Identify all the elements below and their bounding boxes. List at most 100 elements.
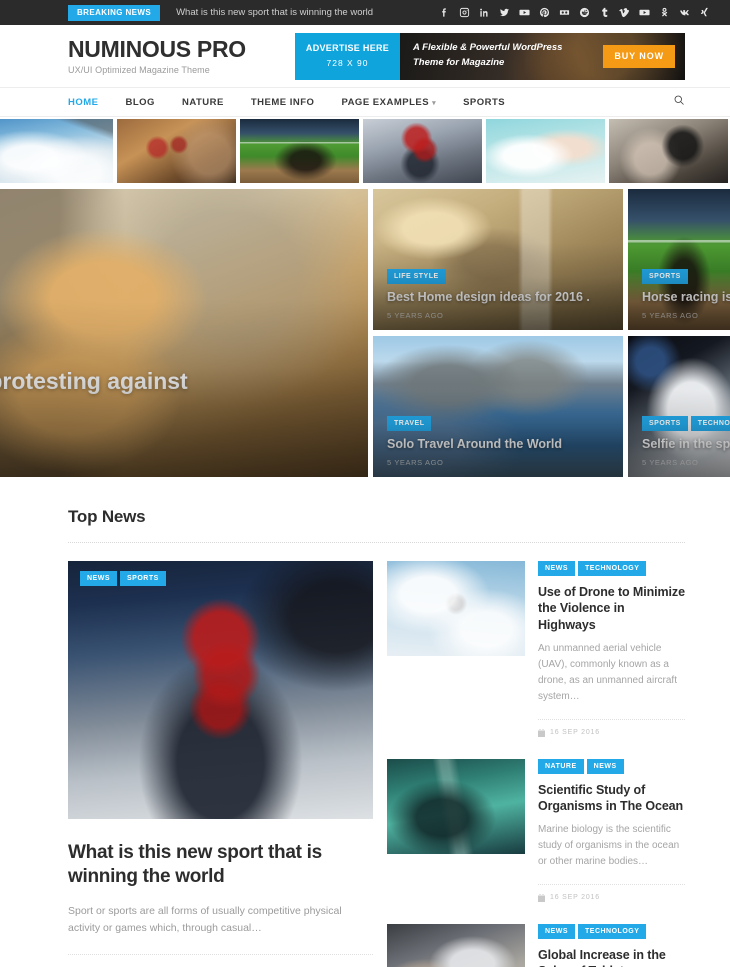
- featured-article-excerpt: Sport or sports are all forms of usually…: [68, 904, 342, 934]
- category-badge-news[interactable]: NEWS: [538, 923, 575, 939]
- hero-card-meta: SPORTS TECHNOLOG Selfie in the space 5 Y…: [642, 416, 730, 467]
- flickr-icon[interactable]: [559, 7, 570, 18]
- nav-item-home[interactable]: HOME: [68, 97, 99, 108]
- category-badges: SPORTS TECHNOLOG: [642, 416, 730, 431]
- list-item-date-text: 16 SEP 2016: [550, 894, 600, 902]
- buy-now-button[interactable]: BUY NOW: [603, 44, 675, 68]
- hero-card-column: LIFE STYLE Best Home design ideas for 20…: [373, 189, 730, 477]
- search-button[interactable]: [673, 93, 685, 111]
- featured-article[interactable]: NEWS SPORTS What is this new sport that …: [68, 561, 373, 967]
- odnoklassniki-icon[interactable]: [659, 7, 670, 18]
- hero-main-slide[interactable]: ica protesting against: [0, 189, 368, 477]
- list-item-title[interactable]: Use of Drone to Minimize the Violence in…: [538, 584, 685, 633]
- thumb-image: [363, 119, 482, 183]
- hero-card-solo-travel[interactable]: TRAVEL Solo Travel Around the World 5 YE…: [373, 336, 623, 477]
- nav-item-theme-info[interactable]: THEME INFO: [251, 97, 315, 108]
- hero-slider-grid: ica protesting against LIFE STYLE Best H…: [0, 189, 730, 477]
- breaking-news-headline[interactable]: What is this new sport that is winning t…: [176, 7, 373, 18]
- category-badges: LIFE STYLE: [387, 269, 617, 284]
- category-badge-travel[interactable]: TRAVEL: [387, 416, 432, 431]
- section-title: Top News: [68, 507, 146, 526]
- carousel-thumb-horse-racing[interactable]: [240, 119, 359, 183]
- social-links: [439, 7, 722, 18]
- top-news-section: Top News NEWS SPORTS What is this new sp…: [0, 477, 730, 967]
- category-badge-technology[interactable]: TECHNOLOGY: [578, 923, 647, 939]
- list-item-drone[interactable]: NEWS TECHNOLOGY Use of Drone to Minimize…: [387, 561, 685, 737]
- carousel-thumb-boxing[interactable]: [117, 119, 236, 183]
- category-badge-news[interactable]: NEWS: [586, 758, 624, 774]
- thumb-image: [240, 119, 359, 183]
- category-badge-sports[interactable]: SPORTS: [642, 269, 688, 284]
- site-logo[interactable]: NUMINOUS PRO UX/UI Optimized Magazine Th…: [68, 37, 246, 74]
- tumblr-icon[interactable]: [599, 7, 610, 18]
- category-badge-nature[interactable]: NATURE: [538, 758, 584, 774]
- list-item-image: [387, 561, 525, 656]
- featured-article-divider: [68, 954, 373, 956]
- nav-item-nature[interactable]: NATURE: [182, 97, 224, 108]
- nav-item-page-examples[interactable]: PAGE EXAMPLES ▾: [341, 97, 436, 108]
- advertisement-banner[interactable]: ADVERTISE HERE 728 X 90 A Flexible & Pow…: [295, 32, 685, 80]
- vk-icon[interactable]: [679, 7, 690, 18]
- thumb-image: [0, 119, 113, 183]
- carousel-thumb-bobsleigh[interactable]: [363, 119, 482, 183]
- list-item-divider: [538, 718, 685, 720]
- list-item-tablet[interactable]: NEWS TECHNOLOGY Global Increase in the S…: [387, 923, 685, 967]
- category-badge-life-style[interactable]: LIFE STYLE: [387, 269, 446, 284]
- twitter-icon[interactable]: [499, 7, 510, 18]
- list-item-title[interactable]: Global Increase in the Sales of Tablet: [538, 947, 685, 967]
- carousel-thumb-mother-baby[interactable]: [486, 119, 605, 183]
- thumb-image: [609, 119, 728, 183]
- reddit-icon[interactable]: [579, 7, 590, 18]
- dailymotion-icon[interactable]: [639, 7, 650, 18]
- category-badge-sports[interactable]: SPORTS: [642, 416, 688, 431]
- linkedin-icon[interactable]: [479, 7, 490, 18]
- carousel-thumb-sky-plane[interactable]: [0, 119, 113, 183]
- hero-main-title: ica protesting against: [0, 368, 188, 394]
- list-item-title[interactable]: Scientific Study of Organisms in The Oce…: [538, 782, 685, 815]
- category-badge-sports[interactable]: SPORTS: [120, 571, 166, 586]
- list-item-ocean[interactable]: NATURE NEWS Scientific Study of Organism…: [387, 758, 685, 902]
- hero-row-bottom: TRAVEL Solo Travel Around the World 5 YE…: [373, 336, 730, 477]
- ad-copy-line1: A Flexible & Powerful WordPress: [413, 42, 563, 54]
- featured-article-title[interactable]: What is this new sport that is winning t…: [68, 841, 373, 889]
- hero-card-home-design[interactable]: LIFE STYLE Best Home design ideas for 20…: [373, 189, 623, 330]
- list-item-thumbnail[interactable]: [387, 923, 525, 967]
- list-item-body: NATURE NEWS Scientific Study of Organism…: [538, 758, 685, 902]
- category-badge-technology[interactable]: TECHNOLOGY: [578, 561, 647, 576]
- hero-card-date: 5 YEARS AGO: [642, 311, 699, 320]
- hero-card-selfie-space[interactable]: SPORTS TECHNOLOG Selfie in the space 5 Y…: [628, 336, 730, 477]
- category-badges: NEWS TECHNOLOGY: [538, 923, 685, 939]
- youtube-icon[interactable]: [519, 7, 530, 18]
- thumb-image: [486, 119, 605, 183]
- list-item-image: [387, 758, 525, 854]
- featured-article-image: [68, 561, 373, 819]
- category-badge-technology[interactable]: TECHNOLOG: [690, 416, 730, 431]
- xing-icon[interactable]: [699, 7, 710, 18]
- category-badge-news[interactable]: NEWS: [80, 571, 117, 586]
- list-item-excerpt: Marine biology is the scientific study o…: [538, 824, 680, 868]
- nav-item-page-examples-label: PAGE EXAMPLES: [341, 96, 430, 108]
- list-item-date-text: 16 SEP 2016: [550, 729, 600, 736]
- facebook-icon[interactable]: [439, 7, 450, 18]
- vimeo-icon[interactable]: [619, 7, 630, 18]
- top-bar: BREAKING NEWS What is this new sport tha…: [0, 0, 730, 25]
- featured-article-image-wrap[interactable]: NEWS SPORTS: [68, 561, 373, 819]
- list-item-image: [387, 923, 525, 967]
- nav-item-blog[interactable]: BLOG: [126, 97, 155, 108]
- nav-item-nature-label: NATURE: [181, 96, 224, 108]
- hero-card-horse-racing[interactable]: SPORTS Horse racing is di 5 YEARS AGO: [628, 189, 730, 330]
- hero-card-meta: LIFE STYLE Best Home design ideas for 20…: [387, 269, 617, 320]
- instagram-icon[interactable]: [459, 7, 470, 18]
- nav-item-sports[interactable]: SPORTS: [463, 97, 505, 108]
- pinterest-icon[interactable]: [539, 7, 550, 18]
- featured-thumbnail-carousel[interactable]: [0, 117, 730, 189]
- category-badge-news[interactable]: NEWS: [538, 561, 575, 576]
- breaking-news-badge: BREAKING NEWS: [68, 4, 161, 21]
- ad-copy-line2: Theme for Magazine: [413, 57, 505, 68]
- main-navigation: HOME BLOG NATURE THEME INFO PAGE EXAMPLE…: [0, 87, 730, 117]
- list-item-thumbnail[interactable]: [387, 758, 525, 854]
- hero-card-date: 5 YEARS AGO: [642, 458, 699, 467]
- carousel-thumb-photographer[interactable]: [609, 119, 728, 183]
- nav-item-theme-info-label: THEME INFO: [250, 96, 315, 108]
- list-item-thumbnail[interactable]: [387, 561, 525, 656]
